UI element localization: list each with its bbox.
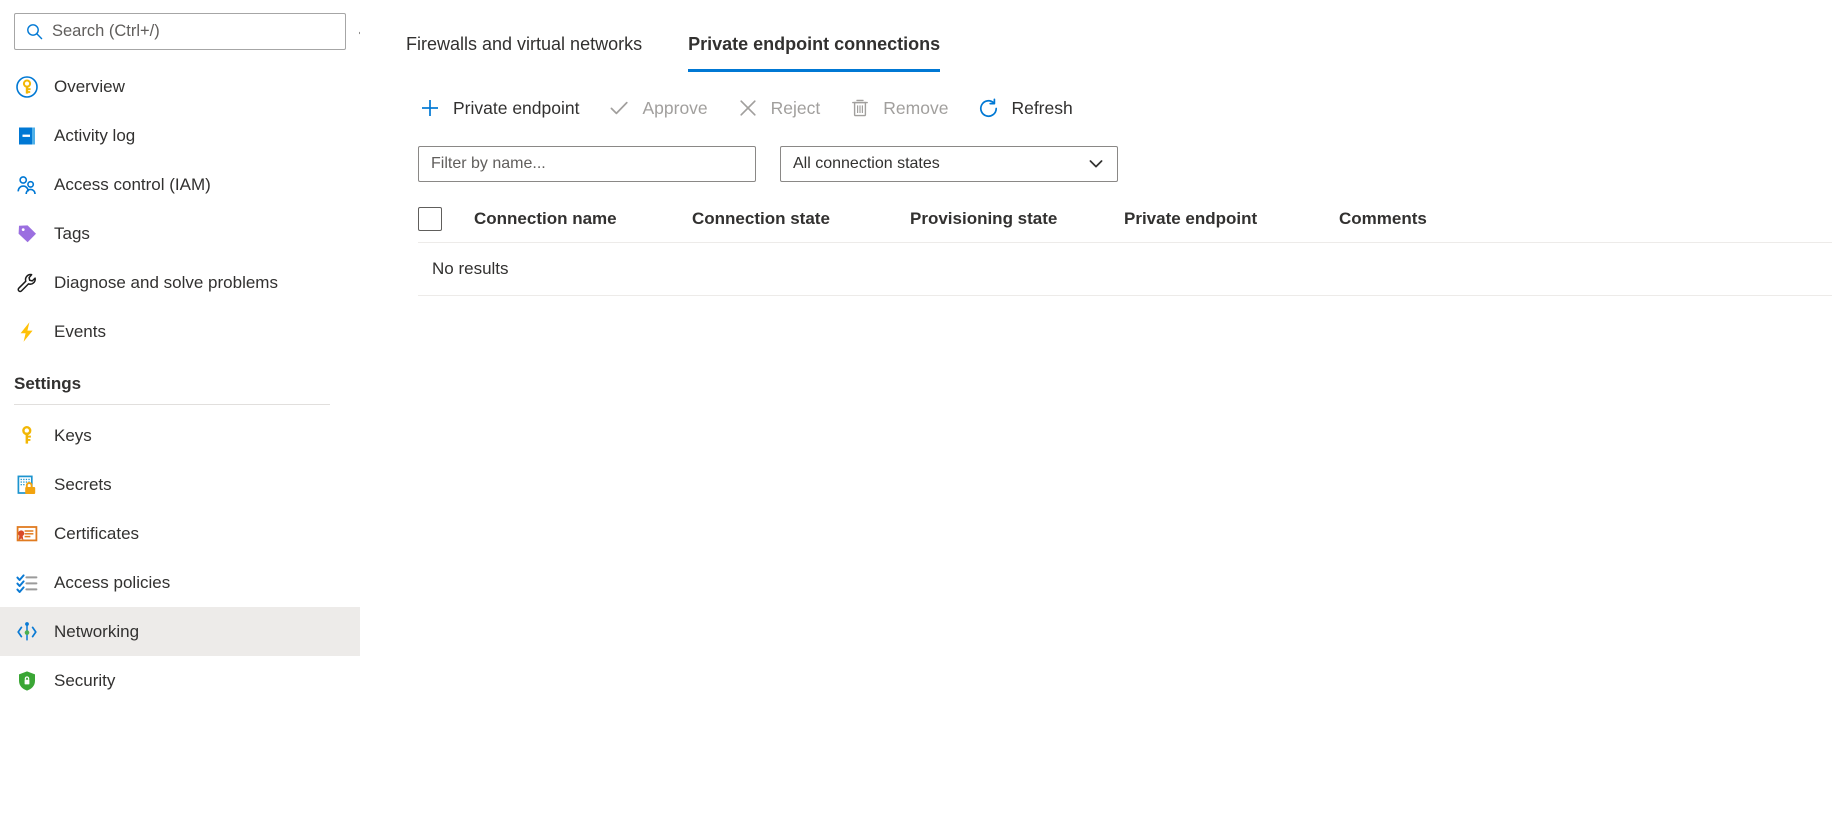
- tab-private-endpoint-connections[interactable]: Private endpoint connections: [688, 34, 940, 72]
- lightning-bolt-icon: [14, 319, 40, 345]
- chevron-down-icon: [1087, 155, 1105, 173]
- tab-bar: Firewalls and virtual networks Private e…: [406, 0, 1842, 72]
- sidebar: Overview Activity log: [0, 0, 360, 818]
- sidebar-item-label: Access control (IAM): [54, 176, 211, 193]
- sidebar-item-label: Secrets: [54, 476, 112, 493]
- toolbar-label: Remove: [883, 98, 948, 119]
- no-results-text: No results: [432, 259, 509, 279]
- sidebar-item-label: Tags: [54, 225, 90, 242]
- key-icon: [14, 423, 40, 449]
- toolbar-label: Reject: [771, 98, 821, 119]
- main-content: Firewalls and virtual networks Private e…: [360, 0, 1842, 818]
- plus-icon: [418, 96, 442, 120]
- chevron-double-left-icon[interactable]: [352, 20, 360, 46]
- sidebar-item-keys[interactable]: Keys: [0, 411, 360, 460]
- sidebar-item-label: Diagnose and solve problems: [54, 274, 278, 291]
- secret-lock-icon: [14, 472, 40, 498]
- column-header-connection-name[interactable]: Connection name: [474, 209, 692, 229]
- connection-state-dropdown[interactable]: All connection states: [780, 146, 1118, 182]
- networking-icon: [14, 619, 40, 645]
- trash-icon: [848, 96, 872, 120]
- column-header-private-endpoint[interactable]: Private endpoint: [1124, 209, 1339, 229]
- toolbar-label: Approve: [642, 98, 707, 119]
- toolbar-label: Private endpoint: [453, 98, 579, 119]
- toolbar-label: Refresh: [1011, 98, 1072, 119]
- sidebar-item-security[interactable]: Security: [0, 656, 360, 705]
- private-endpoint-button[interactable]: Private endpoint: [418, 89, 579, 127]
- tag-icon: [14, 221, 40, 247]
- reject-button[interactable]: Reject: [736, 89, 821, 127]
- sidebar-section-settings: Settings: [0, 356, 360, 404]
- column-header-connection-state[interactable]: Connection state: [692, 209, 910, 229]
- connection-state-value: All connection states: [793, 155, 940, 173]
- certificate-icon: [14, 521, 40, 547]
- sidebar-divider: [14, 404, 330, 405]
- sidebar-item-label: Events: [54, 323, 106, 340]
- sidebar-item-certificates[interactable]: Certificates: [0, 509, 360, 558]
- sidebar-item-label: Activity log: [54, 127, 135, 144]
- search-input[interactable]: [52, 22, 335, 41]
- sidebar-item-tags[interactable]: Tags: [0, 209, 360, 258]
- filter-bar: All connection states: [406, 146, 1842, 182]
- sidebar-item-secrets[interactable]: Secrets: [0, 460, 360, 509]
- activity-log-icon: [14, 123, 40, 149]
- sidebar-item-activity-log[interactable]: Activity log: [0, 111, 360, 160]
- refresh-button[interactable]: Refresh: [976, 89, 1072, 127]
- sidebar-item-label: Networking: [54, 623, 139, 640]
- command-bar: Private endpoint Approve Reject: [406, 80, 1842, 136]
- remove-button[interactable]: Remove: [848, 89, 948, 127]
- approve-button[interactable]: Approve: [607, 89, 707, 127]
- sidebar-nav-list: Overview Activity log: [0, 62, 360, 705]
- tab-firewalls-and-virtual-networks[interactable]: Firewalls and virtual networks: [406, 34, 642, 72]
- sidebar-item-networking[interactable]: Networking: [0, 607, 360, 656]
- search-icon: [25, 23, 43, 41]
- select-all-checkbox[interactable]: [418, 207, 442, 231]
- connections-table: Connection name Connection state Provisi…: [406, 196, 1842, 296]
- sidebar-item-label: Overview: [54, 78, 125, 95]
- column-header-provisioning-state[interactable]: Provisioning state: [910, 209, 1124, 229]
- filter-by-name-input[interactable]: [418, 146, 756, 182]
- table-header-row: Connection name Connection state Provisi…: [418, 196, 1832, 242]
- checklist-icon: [14, 570, 40, 596]
- sidebar-item-label: Certificates: [54, 525, 139, 542]
- sidebar-item-overview[interactable]: Overview: [0, 62, 360, 111]
- table-bottom-divider: [418, 295, 1832, 296]
- key-vault-icon: [14, 74, 40, 100]
- search-box[interactable]: [14, 13, 346, 50]
- wrench-icon: [14, 270, 40, 296]
- sidebar-item-label: Access policies: [54, 574, 170, 591]
- checkmark-icon: [607, 96, 631, 120]
- sidebar-item-label: Security: [54, 672, 115, 689]
- shield-lock-icon: [14, 668, 40, 694]
- sidebar-item-access-policies[interactable]: Access policies: [0, 558, 360, 607]
- column-header-comments[interactable]: Comments: [1339, 209, 1832, 229]
- sidebar-item-events[interactable]: Events: [0, 307, 360, 356]
- sidebar-item-diagnose[interactable]: Diagnose and solve problems: [0, 258, 360, 307]
- access-control-icon: [14, 172, 40, 198]
- select-all-cell: [418, 207, 474, 231]
- cross-icon: [736, 96, 760, 120]
- table-empty-row: No results: [418, 243, 1832, 295]
- sidebar-item-label: Keys: [54, 427, 92, 444]
- azure-portal-blade: Overview Activity log: [0, 0, 1842, 818]
- sidebar-item-access-control[interactable]: Access control (IAM): [0, 160, 360, 209]
- refresh-icon: [976, 96, 1000, 120]
